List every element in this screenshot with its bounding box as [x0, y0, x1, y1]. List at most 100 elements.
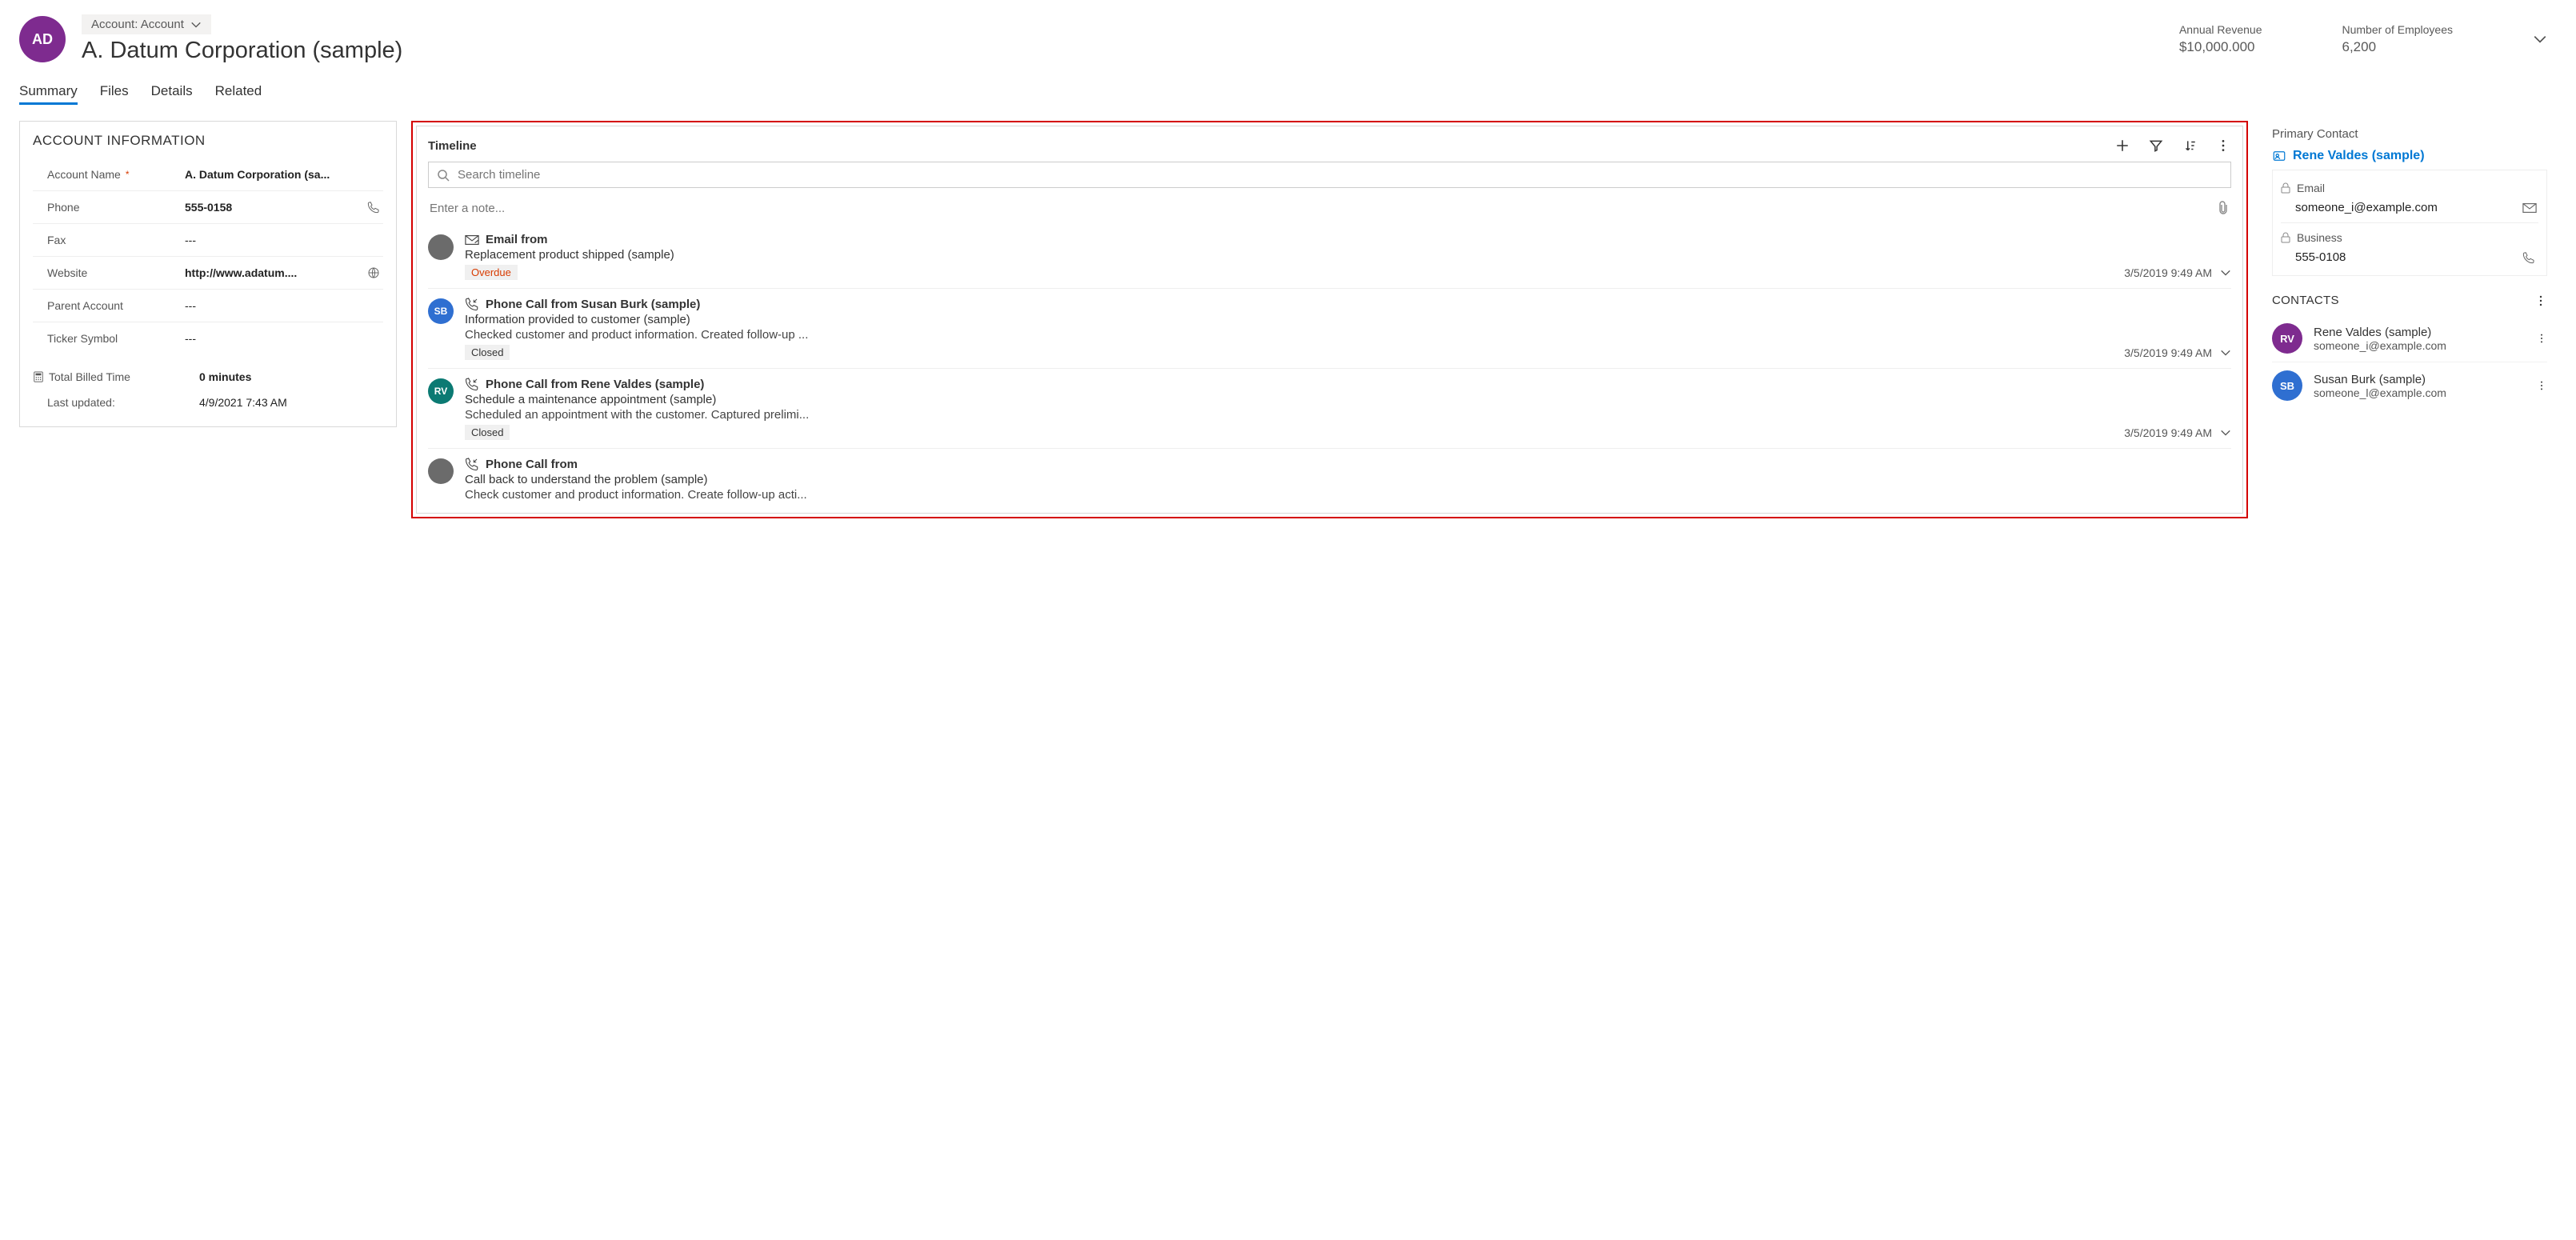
more-actions-button[interactable] — [2215, 138, 2231, 154]
phone-icon[interactable] — [2522, 251, 2538, 264]
section-title: Primary Contact — [2272, 127, 2547, 141]
activity-description: Scheduled an appointment with the custom… — [465, 408, 2231, 422]
record-tabs: Summary Files Details Related — [19, 83, 2557, 110]
field-value: A. Datum Corporation (sa... — [185, 168, 383, 181]
field-label: Website — [47, 266, 87, 279]
phone-icon — [465, 457, 479, 471]
contact-more-button[interactable] — [2536, 380, 2547, 391]
field-value: --- — [185, 332, 383, 345]
field-value: 555-0158 — [185, 201, 367, 214]
search-icon — [437, 169, 450, 182]
metric-label: Annual Revenue — [2179, 23, 2262, 36]
enter-note-input[interactable] — [430, 202, 2217, 215]
metric-label: Number of Employees — [2342, 23, 2453, 36]
activity-avatar — [428, 458, 454, 484]
activity-subtitle: Information provided to customer (sample… — [465, 313, 2231, 326]
contact-card-icon — [2272, 149, 2286, 163]
lock-icon — [2281, 232, 2290, 243]
header-expand-button[interactable] — [2533, 32, 2547, 46]
globe-icon[interactable] — [367, 266, 383, 279]
activity-time: 3/5/2019 9:49 AM — [2124, 346, 2212, 359]
contact-avatar: RV — [2272, 323, 2302, 354]
timeline-activity[interactable]: SB Phone Call from Susan Burk (sample) I… — [428, 288, 2231, 368]
email-icon[interactable] — [2522, 202, 2538, 214]
calculator-icon — [33, 371, 44, 382]
field-value: http://www.adatum.... — [185, 266, 367, 279]
activity-avatar — [428, 234, 454, 260]
field-label: Email — [2297, 182, 2325, 194]
timeline-highlight-box: Timeline — [411, 121, 2248, 518]
contact-row[interactable]: SB Susan Burk (sample) someone_l@example… — [2272, 362, 2547, 409]
field-label: Business — [2297, 231, 2342, 244]
contact-email: someone_i@example.com — [2314, 339, 2525, 352]
contact-row[interactable]: RV Rene Valdes (sample) someone_i@exampl… — [2272, 315, 2547, 362]
metric-employees: Number of Employees 6,200 — [2342, 23, 2453, 55]
contacts-more-button[interactable] — [2534, 294, 2547, 307]
contact-more-button[interactable] — [2536, 333, 2547, 344]
phone-icon[interactable] — [367, 201, 383, 214]
metric-annual-revenue: Annual Revenue $10,000.000 — [2179, 23, 2262, 55]
field-ticker[interactable]: Ticker Symbol --- — [33, 322, 383, 354]
activity-description: Checked customer and product information… — [465, 328, 2231, 342]
contact-name: Susan Burk (sample) — [2314, 373, 2525, 386]
field-label: Last updated: — [47, 396, 115, 409]
field-label: Phone — [47, 201, 79, 214]
field-label: Ticker Symbol — [47, 332, 118, 345]
record-header: AD Account: Account A. Datum Corporation… — [19, 14, 2557, 83]
timeline-activity[interactable]: Phone Call from Call back to understand … — [428, 448, 2231, 513]
tab-files[interactable]: Files — [100, 83, 129, 105]
expand-activity-button[interactable] — [2220, 347, 2231, 358]
field-fax[interactable]: Fax --- — [33, 224, 383, 257]
tab-related[interactable]: Related — [215, 83, 262, 105]
timeline-search[interactable] — [428, 162, 2231, 188]
attachment-icon[interactable] — [2217, 201, 2230, 215]
field-parent-account[interactable]: Parent Account --- — [33, 290, 383, 322]
primary-contact-section: Primary Contact Rene Valdes (sample) Ema… — [2262, 121, 2557, 282]
primary-contact-name: Rene Valdes (sample) — [2293, 149, 2425, 163]
field-website[interactable]: Website http://www.adatum.... — [33, 257, 383, 290]
email-icon — [465, 234, 479, 246]
activity-badge: Closed — [465, 425, 510, 440]
filter-button[interactable] — [2148, 138, 2164, 154]
section-title: CONTACTS — [2272, 294, 2339, 307]
field-account-name[interactable]: Account Name * A. Datum Corporation (sa.… — [33, 158, 383, 191]
add-activity-button[interactable] — [2114, 138, 2130, 154]
field-label: Total Billed Time — [49, 370, 130, 383]
entity-type-label: Account: Account — [91, 18, 184, 31]
field-label: Fax — [47, 234, 66, 246]
activity-badge: Overdue — [465, 265, 518, 280]
metric-value: $10,000.000 — [2179, 39, 2262, 55]
phone-icon — [465, 297, 479, 311]
entity-avatar: AD — [19, 16, 66, 62]
timeline-section: Timeline — [416, 126, 2243, 514]
required-indicator: * — [126, 169, 130, 180]
timeline-activity[interactable]: Email from Replacement product shipped (… — [428, 225, 2231, 288]
expand-activity-button[interactable] — [2220, 427, 2231, 438]
field-phone[interactable]: Phone 555-0158 — [33, 191, 383, 224]
expand-activity-button[interactable] — [2220, 267, 2231, 278]
activity-time: 3/5/2019 9:49 AM — [2124, 266, 2212, 279]
timeline-activity[interactable]: RV Phone Call from Rene Valdes (sample) … — [428, 368, 2231, 448]
tab-details[interactable]: Details — [151, 83, 193, 105]
contact-name: Rene Valdes (sample) — [2314, 326, 2525, 339]
activity-subtitle: Replacement product shipped (sample) — [465, 248, 2231, 262]
contact-email: someone_l@example.com — [2314, 386, 2525, 399]
business-value-row[interactable]: 555-0108 — [2281, 247, 2538, 272]
field-value: 555-0108 — [2295, 250, 2346, 264]
chevron-down-icon — [190, 19, 202, 30]
timeline-search-input[interactable] — [458, 168, 2222, 182]
field-value: 4/9/2021 7:43 AM — [199, 396, 383, 409]
contact-avatar: SB — [2272, 370, 2302, 401]
field-total-billed: Total Billed Time 0 minutes — [33, 364, 383, 390]
field-last-updated: Last updated: 4/9/2021 7:43 AM — [33, 390, 383, 415]
activity-title: Phone Call from Rene Valdes (sample) — [486, 378, 704, 391]
entity-type-selector[interactable]: Account: Account — [82, 14, 211, 34]
field-value: --- — [185, 299, 383, 312]
email-value-row[interactable]: someone_i@example.com — [2281, 198, 2538, 222]
primary-contact-link[interactable]: Rene Valdes (sample) — [2272, 149, 2547, 163]
activity-avatar: SB — [428, 298, 454, 324]
activity-title: Phone Call from — [486, 458, 578, 471]
field-value: someone_i@example.com — [2295, 201, 2438, 214]
tab-summary[interactable]: Summary — [19, 83, 78, 105]
sort-button[interactable] — [2182, 138, 2198, 154]
